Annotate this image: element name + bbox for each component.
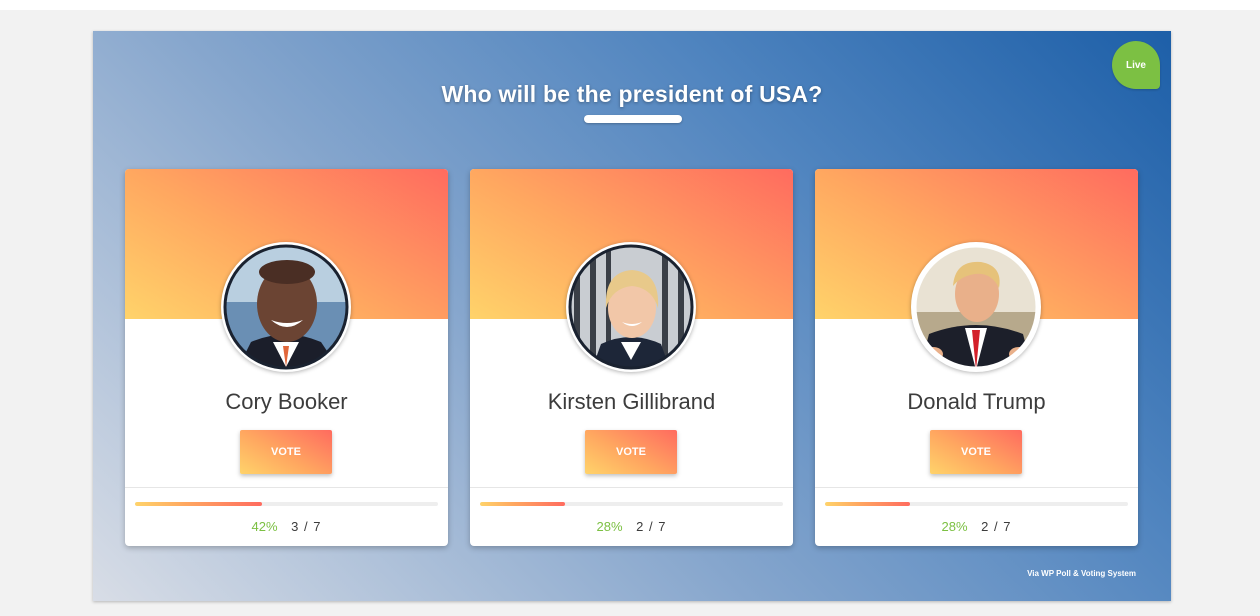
divider [125, 487, 448, 488]
vote-button[interactable]: VOTE [240, 430, 332, 474]
vote-percent: 28% [941, 519, 968, 534]
vote-button[interactable]: VOTE [930, 430, 1022, 474]
vote-count: 3 / 7 [291, 519, 322, 534]
candidate-photo [911, 242, 1041, 372]
vote-progress-bar [825, 502, 1128, 506]
credit-text: Via WP Poll & Voting System [1027, 569, 1136, 578]
vote-button[interactable]: VOTE [585, 430, 677, 474]
vote-progress-fill [825, 502, 910, 506]
vote-count: 2 / 7 [636, 519, 667, 534]
candidate-photo [221, 242, 351, 372]
vote-stats: 28% 2 / 7 [470, 519, 793, 534]
page-top-strip [0, 0, 1260, 10]
poll-panel: Live Who will be the president of USA? C… [93, 31, 1171, 601]
vote-progress-fill [480, 502, 565, 506]
vote-progress-bar [135, 502, 438, 506]
candidate-card-donald-trump: Donald Trump VOTE 28% 2 / 7 [815, 169, 1138, 546]
vote-percent: 42% [251, 519, 278, 534]
vote-stats: 42% 3 / 7 [125, 519, 448, 534]
candidate-photo [566, 242, 696, 372]
vote-percent: 28% [596, 519, 623, 534]
vote-stats: 28% 2 / 7 [815, 519, 1138, 534]
divider [815, 487, 1138, 488]
candidate-card-cory-booker: Cory Booker VOTE 42% 3 / 7 [125, 169, 448, 546]
vote-progress-fill [135, 502, 263, 506]
title-underline [584, 115, 682, 123]
candidate-card-kirsten-gillibrand: Kirsten Gillibrand VOTE 28% 2 / 7 [470, 169, 793, 546]
vote-count: 2 / 7 [981, 519, 1012, 534]
candidate-name: Cory Booker [225, 389, 348, 414]
vote-progress-bar [480, 502, 783, 506]
divider [470, 487, 793, 488]
poll-title: Who will be the president of USA? [441, 81, 823, 107]
candidate-name: Kirsten Gillibrand [547, 389, 716, 414]
candidate-name: Donald Trump [907, 389, 1046, 414]
